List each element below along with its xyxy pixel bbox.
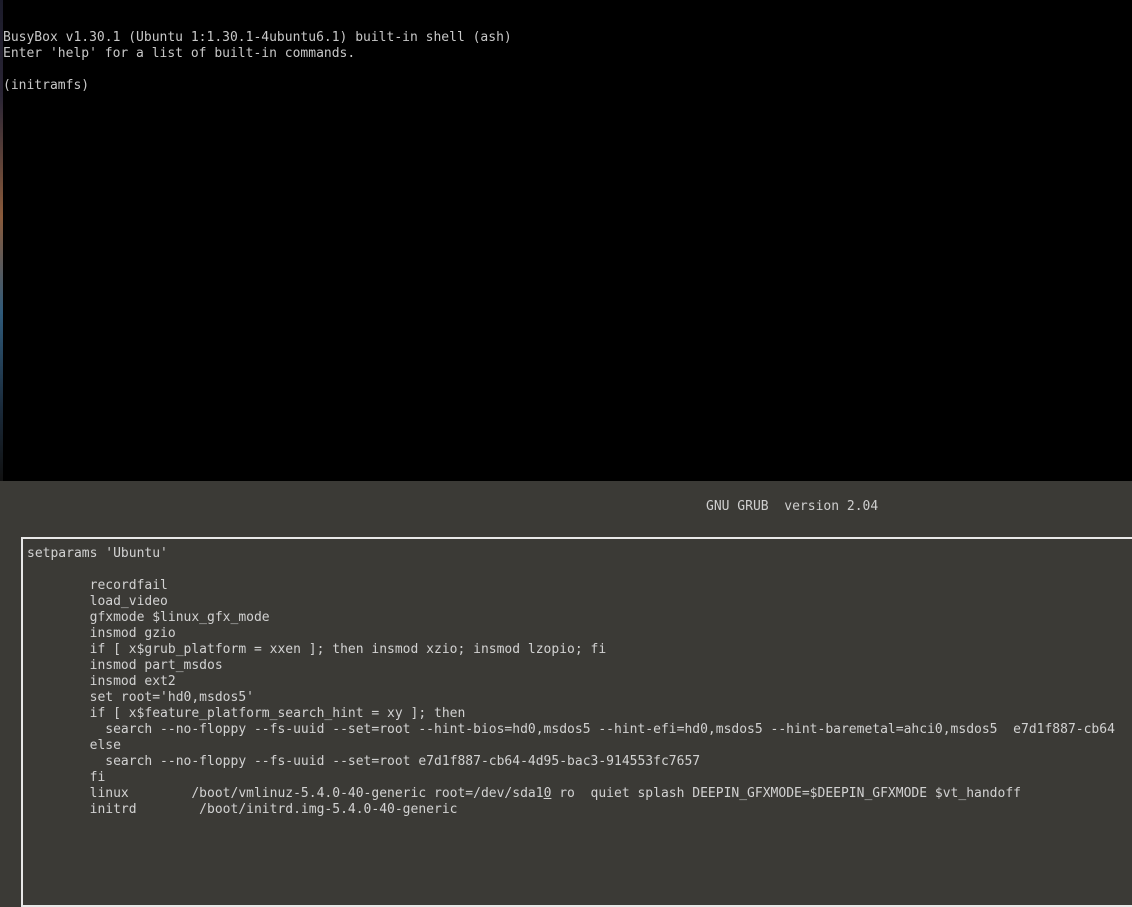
grub-editor-line[interactable]: else [27,738,1132,754]
console-output: BusyBox v1.30.1 (Ubuntu 1:1.30.1-4ubuntu… [3,30,512,94]
grub-editor-line[interactable]: insmod part_msdos [27,658,1132,674]
grub-editor-line[interactable]: search --no-floppy --fs-uuid --set=root … [27,722,1132,738]
grub-editor-line[interactable]: if [ x$feature_platform_search_hint = xy… [27,706,1132,722]
grub-linux-line[interactable]: linux /boot/vmlinuz-5.4.0-40-generic roo… [27,786,1132,802]
grub-initrd-line[interactable]: initrd /boot/initrd.img-5.4.0-40-generic [27,802,1132,818]
grub-version-header: GNU GRUB version 2.04 [706,499,879,514]
grub-editor-line[interactable]: search --no-floppy --fs-uuid --set=root … [27,754,1132,770]
console-prompt[interactable]: (initramfs) [3,78,512,94]
grub-editor-line[interactable] [27,562,1132,578]
console-line: BusyBox v1.30.1 (Ubuntu 1:1.30.1-4ubuntu… [3,30,512,45]
grub-editor-line[interactable]: insmod gzio [27,626,1132,642]
grub-editor-line[interactable]: gfxmode $linux_gfx_mode [27,610,1132,626]
grub-editor-line[interactable]: fi [27,770,1132,786]
linux-line-before-cursor: linux /boot/vmlinuz-5.4.0-40-generic roo… [27,786,544,801]
grub-editor-line[interactable]: setparams 'Ubuntu' [27,546,1132,562]
console-line: Enter 'help' for a list of built-in comm… [3,46,356,61]
grub-entry-editor[interactable]: setparams 'Ubuntu' recordfail load_video… [21,537,1132,907]
grub-editor-line[interactable]: set root='hd0,msdos5' [27,690,1132,706]
grub-editor-line[interactable]: recordfail [27,578,1132,594]
grub-editor-line[interactable]: if [ x$grub_platform = xxen ]; then insm… [27,642,1132,658]
grub-screen: GNU GRUB version 2.04 setparams 'Ubuntu'… [0,481,1132,907]
initramfs-console[interactable]: BusyBox v1.30.1 (Ubuntu 1:1.30.1-4ubuntu… [0,0,1132,481]
grub-editor-line[interactable]: insmod ext2 [27,674,1132,690]
grub-editor-lines[interactable]: setparams 'Ubuntu' recordfail load_video… [27,546,1132,818]
linux-line-after-cursor: ro quiet splash DEEPIN_GFXMODE=$DEEPIN_G… [551,786,1021,801]
grub-editor-line[interactable]: load_video [27,594,1132,610]
